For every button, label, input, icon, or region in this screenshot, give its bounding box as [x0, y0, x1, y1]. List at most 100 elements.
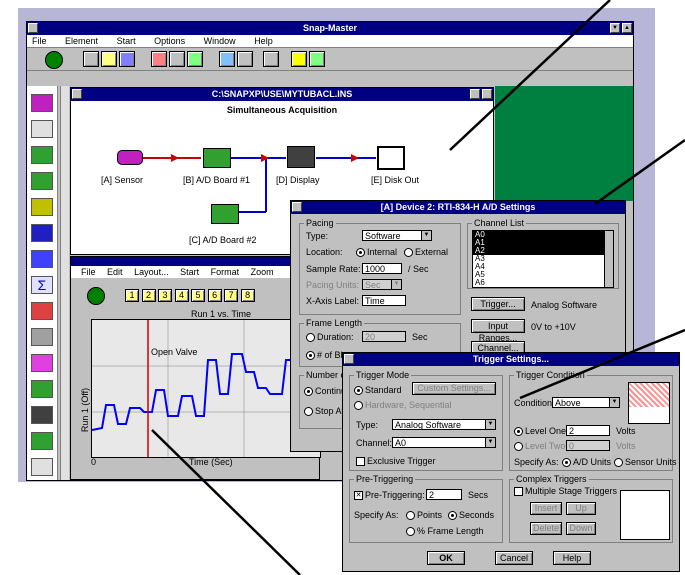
- channel-button-8[interactable]: 8: [240, 289, 255, 302]
- layout-icon[interactable]: [219, 51, 235, 67]
- complex-trigger-list[interactable]: [620, 490, 670, 540]
- ad-units-radio[interactable]: A/D Units: [562, 457, 611, 468]
- pacing-type-select[interactable]: Software ▼: [362, 230, 432, 241]
- duration-radio[interactable]: Duration:: [306, 332, 354, 343]
- math-icon[interactable]: [31, 328, 53, 346]
- up-button[interactable]: Up: [566, 502, 596, 515]
- menu-start[interactable]: Start: [117, 36, 136, 46]
- ad-board-1-block[interactable]: [203, 148, 231, 168]
- help-button[interactable]: Help: [553, 551, 591, 565]
- frame-pct-radio[interactable]: % Frame Length: [406, 526, 484, 537]
- menu-file[interactable]: File: [32, 36, 47, 46]
- minimize-button[interactable]: ▼: [610, 23, 620, 33]
- instrument-minimize-button[interactable]: [470, 89, 480, 99]
- menu-window[interactable]: Window: [204, 36, 236, 46]
- trigger-channel-select[interactable]: A0 ▼: [392, 437, 496, 448]
- disk-icon[interactable]: [31, 406, 53, 424]
- trigger-icon[interactable]: [31, 354, 53, 372]
- channel-listbox[interactable]: A0 A1 A2 A3 A4 A5 A6: [472, 230, 614, 288]
- histogram-icon[interactable]: [31, 302, 53, 320]
- trigger-system-button[interactable]: [344, 354, 354, 364]
- disk-out-block[interactable]: [377, 146, 405, 170]
- channel-button-6[interactable]: 6: [207, 289, 222, 302]
- save-icon[interactable]: [119, 51, 135, 67]
- down-button[interactable]: Down: [566, 522, 596, 535]
- channel-button-7[interactable]: 7: [224, 289, 239, 302]
- open-icon[interactable]: [101, 51, 117, 67]
- ad-board-icon[interactable]: [31, 146, 53, 164]
- module-icon[interactable]: [187, 51, 203, 67]
- continuous-radio[interactable]: Continu: [304, 386, 346, 397]
- maximize-button[interactable]: ▲: [622, 23, 632, 33]
- external-radio[interactable]: External: [404, 247, 448, 258]
- channel-item-a5[interactable]: A5: [473, 271, 613, 279]
- display-block[interactable]: [287, 146, 315, 168]
- link-icon[interactable]: [31, 432, 53, 450]
- pacing-units-select[interactable]: Sec ▼: [362, 279, 402, 290]
- multiple-stage-checkbox[interactable]: Multiple Stage Triggers: [514, 486, 617, 497]
- display-menu-file[interactable]: File: [81, 267, 96, 277]
- new-icon[interactable]: [83, 51, 99, 67]
- channel-item-a2[interactable]: A2: [473, 247, 613, 255]
- level-two-input[interactable]: 0: [566, 440, 610, 451]
- window-icon[interactable]: [263, 51, 279, 67]
- level-one-input[interactable]: 2: [566, 425, 610, 436]
- level-two-radio[interactable]: Level Two:: [514, 441, 568, 452]
- hardware-radio[interactable]: Hardware, Sequential: [354, 400, 452, 411]
- printer-icon[interactable]: [31, 458, 53, 476]
- menu-element[interactable]: Element: [65, 36, 98, 46]
- connect-icon[interactable]: [151, 51, 167, 67]
- standard-radio[interactable]: Standard: [354, 385, 402, 396]
- channel-item-a3[interactable]: A3: [473, 255, 613, 263]
- trigger-type-select[interactable]: Analog Software ▼: [392, 419, 496, 430]
- channel-list-scrollbar[interactable]: [604, 231, 613, 287]
- display-menu-format[interactable]: Format: [211, 267, 240, 277]
- menu-help[interactable]: Help: [254, 36, 273, 46]
- tools-icon[interactable]: [309, 51, 325, 67]
- pre-triggering-input[interactable]: 2: [426, 489, 462, 500]
- stop-after-radio[interactable]: Stop Af: [304, 406, 344, 417]
- ad-settings-system-button[interactable]: [292, 202, 302, 212]
- help-icon[interactable]: [291, 51, 307, 67]
- condition-select[interactable]: Above ▼: [552, 397, 620, 408]
- channel-item-a0[interactable]: A0: [473, 231, 613, 239]
- logic-icon[interactable]: [31, 380, 53, 398]
- cancel-button[interactable]: Cancel: [495, 551, 533, 565]
- system-menu-button[interactable]: [28, 23, 38, 33]
- xaxis-input[interactable]: Time: [362, 295, 406, 306]
- input-ranges-button[interactable]: Input Ranges...: [471, 319, 525, 343]
- channel-item-a6[interactable]: A6: [473, 279, 613, 287]
- display-menu-layout[interactable]: Layout...: [134, 267, 169, 277]
- pre-triggering-checkbox[interactable]: ✕ Pre-Triggering:: [354, 490, 425, 501]
- delete-button[interactable]: Delete: [530, 522, 562, 535]
- display-menu-edit[interactable]: Edit: [107, 267, 123, 277]
- channel-button-4[interactable]: 4: [174, 289, 189, 302]
- sample-rate-input[interactable]: 1000: [362, 263, 402, 274]
- internal-radio[interactable]: Internal: [356, 247, 397, 258]
- channel-item-a4[interactable]: A4: [473, 263, 613, 271]
- channel-button-1[interactable]: 1: [125, 289, 139, 302]
- ok-button[interactable]: OK: [427, 551, 465, 565]
- exclusive-trigger-checkbox[interactable]: Exclusive Trigger: [356, 456, 436, 467]
- display-icon[interactable]: [31, 120, 53, 138]
- sensor-icon[interactable]: [31, 94, 53, 112]
- sensor-block[interactable]: [117, 150, 143, 165]
- custom-settings-button[interactable]: Custom Settings...: [412, 382, 496, 395]
- seconds-radio[interactable]: Seconds: [448, 510, 494, 521]
- level-one-radio[interactable]: Level One:: [514, 426, 569, 437]
- duration-input[interactable]: 20: [362, 331, 406, 342]
- channel-button-3[interactable]: 3: [158, 289, 173, 302]
- blocks-radio[interactable]: # of Bl: [306, 350, 343, 361]
- instrument-maximize-button[interactable]: [482, 89, 492, 99]
- channel-item-a1[interactable]: A1: [473, 239, 613, 247]
- instrument-system-button[interactable]: [72, 89, 82, 99]
- sigma-icon[interactable]: Σ: [31, 276, 53, 294]
- display-menu-start[interactable]: Start: [180, 267, 199, 277]
- grid-icon[interactable]: [237, 51, 253, 67]
- menu-options[interactable]: Options: [154, 36, 185, 46]
- cursor-icon[interactable]: [169, 51, 185, 67]
- digital-io-icon[interactable]: [31, 172, 53, 190]
- channel-button-5[interactable]: 5: [191, 289, 206, 302]
- palette-scrollbar[interactable]: [60, 86, 69, 480]
- display-menu-zoom[interactable]: Zoom: [251, 267, 274, 277]
